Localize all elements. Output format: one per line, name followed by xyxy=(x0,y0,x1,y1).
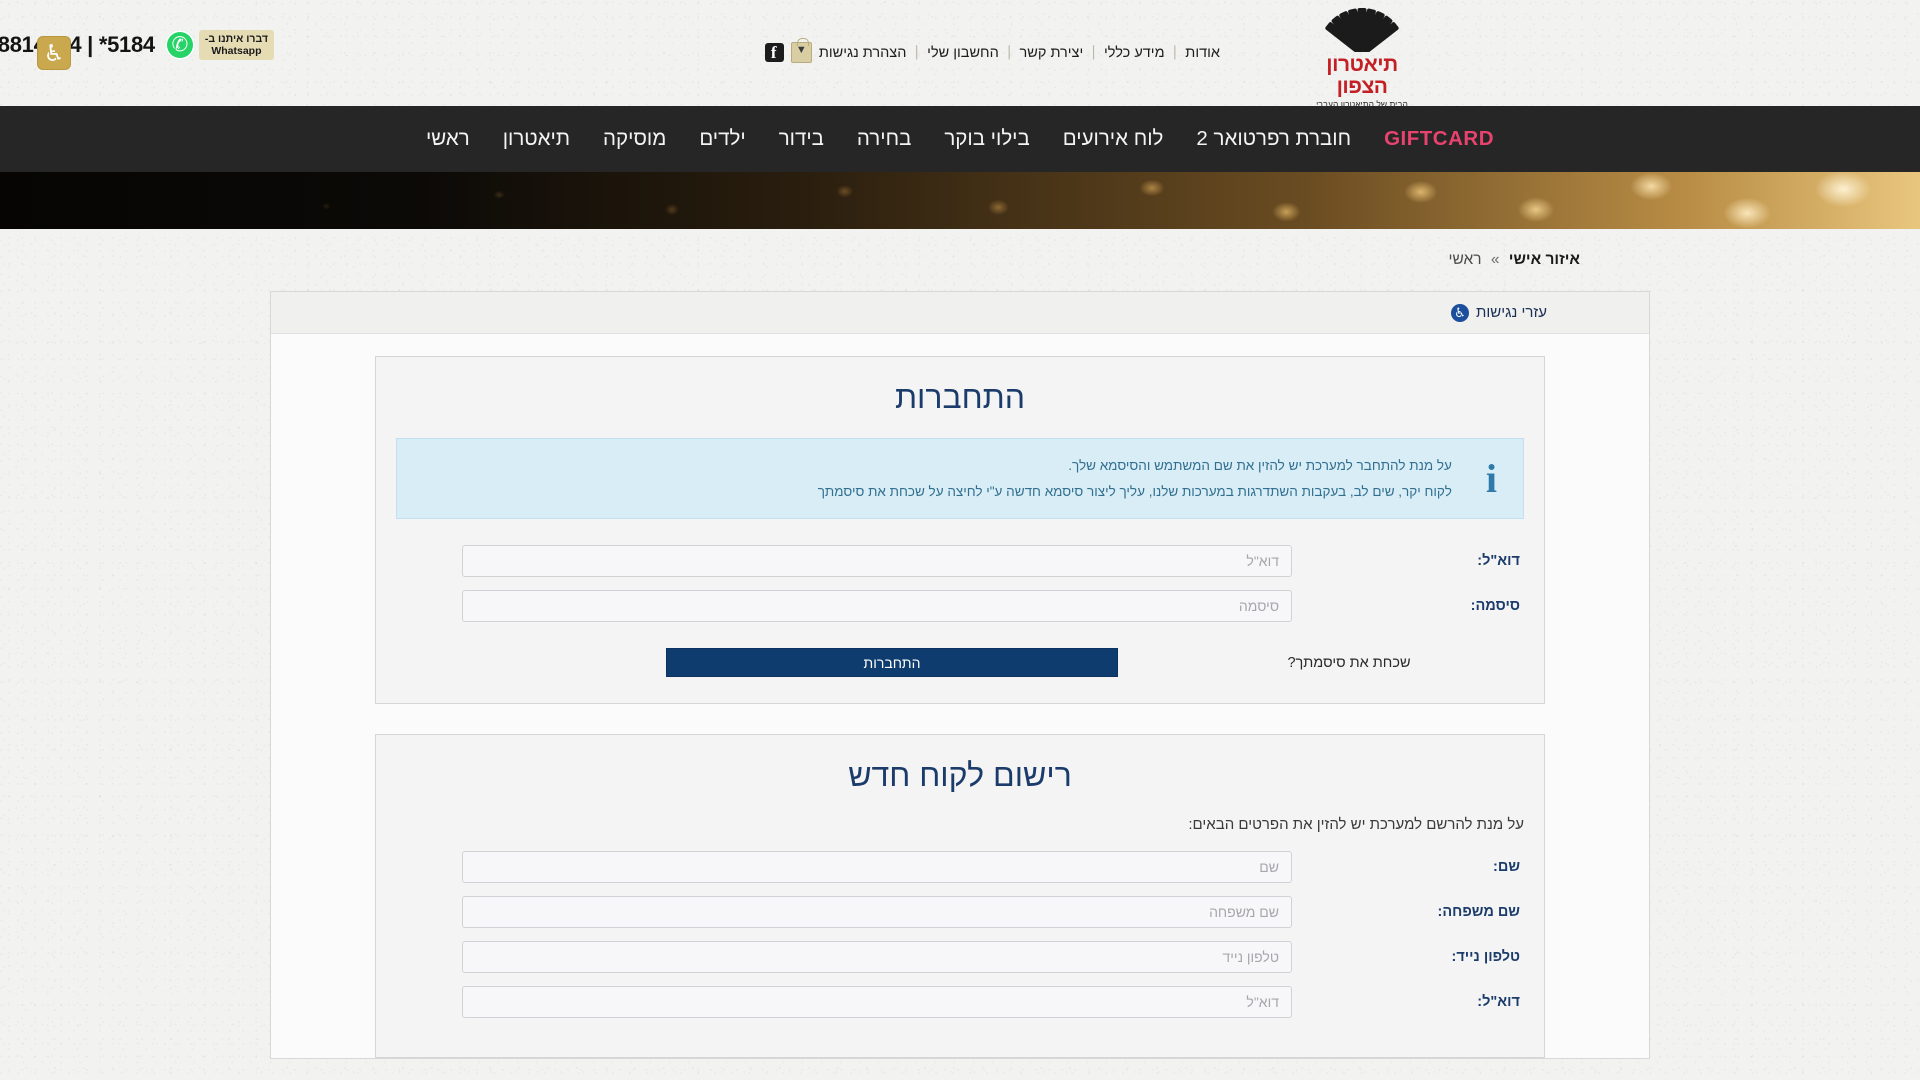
shopping-bag-icon[interactable] xyxy=(790,38,812,63)
facebook-icon[interactable] xyxy=(764,43,784,62)
login-email-label: דוא"ל: xyxy=(1477,553,1520,570)
top-link-general-info[interactable]: מידע כללי xyxy=(1104,45,1165,61)
wheelchair-icon[interactable]: ♿ xyxy=(37,36,71,70)
breadcrumb-current: איזור אישי xyxy=(1508,251,1580,268)
top-link-accessibility-statement[interactable]: הצהרת נגישות xyxy=(819,45,907,61)
nav-item-home[interactable]: ראשי xyxy=(426,127,470,151)
login-submit-button[interactable]: התחברות xyxy=(666,648,1118,678)
nav-item-kids[interactable]: ילדים xyxy=(699,127,745,151)
breadcrumb-arrow: » xyxy=(1490,251,1500,268)
accessibility-helper-label: עזרי נגישות xyxy=(1476,304,1547,321)
login-password-label: סיסמה: xyxy=(1470,598,1520,615)
login-alert-line1: על מנת להתחבר למערכת יש להזין את שם המשת… xyxy=(1068,458,1452,473)
logo-title: תיאטרון הצפון xyxy=(1326,53,1398,99)
login-card: התחברות i על מנת להתחבר למערכת יש להזין … xyxy=(375,356,1545,705)
login-info-alert: i על מנת להתחבר למערכת יש להזין את שם המ… xyxy=(396,438,1524,520)
theater-fan-icon xyxy=(1308,4,1416,52)
register-lastname-label: שם משפחה: xyxy=(1437,904,1520,921)
accessibility-icon[interactable]: ♿ xyxy=(1451,303,1469,322)
register-mobile-input[interactable] xyxy=(462,941,1292,974)
top-link-my-account[interactable]: החשבון שלי xyxy=(927,45,999,61)
accessibility-helper-bar[interactable]: עזרי נגישות ♿ xyxy=(271,292,1649,334)
breadcrumb-home-link[interactable]: ראשי xyxy=(1448,251,1481,268)
top-link-about[interactable]: אודות xyxy=(1185,45,1220,61)
forgot-password-link[interactable]: שכחת את סיסמתך? xyxy=(1174,655,1524,671)
whatsapp-icon[interactable] xyxy=(164,30,195,61)
login-password-input[interactable] xyxy=(462,590,1292,623)
whatsapp-label-line1: דברו איתנו ב- xyxy=(204,33,268,45)
login-password-row: סיסמה: xyxy=(396,590,1524,623)
login-email-input[interactable] xyxy=(462,545,1292,578)
login-email-row: דוא"ל: xyxy=(396,545,1524,578)
register-title: רישום לקוח חדש xyxy=(848,757,1072,794)
register-email-row: דוא"ל: xyxy=(396,986,1524,1019)
register-firstname-input[interactable] xyxy=(462,851,1292,884)
whatsapp-button[interactable]: דברו איתנו ב- Whatsapp xyxy=(164,30,274,61)
site-header: ☎ 04-8814814 | *5184 דברו איתנו ב- Whats… xyxy=(0,0,1920,109)
content-panel: עזרי נגישות ♿ התחברות i על מנת להתחבר למ… xyxy=(270,291,1650,1060)
nav-separator: ׀ xyxy=(913,45,921,60)
nav-item-giftcard[interactable]: GIFTCARD xyxy=(1384,127,1494,151)
register-mobile-row: טלפון נייד: xyxy=(396,941,1524,974)
register-email-input[interactable] xyxy=(462,986,1292,1019)
utility-nav: אודות ׀ מידע כללי ׀ יצירת קשר ׀ החשבון ש… xyxy=(764,38,1220,63)
nav-item-theater[interactable]: תיאטרון xyxy=(503,127,570,151)
nav-item-repertoire-booklet[interactable]: חוברת רפרטואר 2 xyxy=(1196,127,1351,151)
register-mobile-label: טלפון נייד: xyxy=(1451,949,1520,966)
site-logo[interactable]: תיאטרון הצפון הבית של התיאטרון העברי xyxy=(1301,4,1423,109)
whatsapp-label: דברו איתנו ב- Whatsapp xyxy=(198,30,274,61)
login-title: התחברות xyxy=(894,379,1026,415)
nav-separator: ׀ xyxy=(1090,45,1097,60)
nav-separator: ׀ xyxy=(1005,45,1013,60)
register-lastname-input[interactable] xyxy=(462,896,1292,929)
nav-item-entertainment[interactable]: בידור xyxy=(779,127,824,151)
login-alert-line2: לקוח יקר, שים לב, בעקבות השתדרגות במערכו… xyxy=(817,483,1452,499)
register-intro: על מנת להרשם למערכת יש להזין את הפרטים ה… xyxy=(1188,816,1524,834)
nav-item-events-calendar[interactable]: לוח אירועים xyxy=(1063,127,1164,151)
phone-numbers[interactable]: 04-8814814 | *5184 xyxy=(0,32,155,58)
nav-item-choice[interactable]: בחירה xyxy=(857,127,911,151)
top-link-contact[interactable]: יצירת קשר xyxy=(1020,45,1084,61)
logo-subtitle: הבית של התיאטרון העברי xyxy=(1316,99,1408,110)
register-card: רישום לקוח חדש על מנת להרשם למערכת יש לה… xyxy=(375,734,1545,1059)
register-firstname-label: שם: xyxy=(1493,859,1520,876)
login-actions: שכחת את סיסמתך? התחברות xyxy=(396,648,1524,678)
nav-item-music[interactable]: מוסיקה xyxy=(603,127,666,151)
nav-separator: ׀ xyxy=(1171,45,1179,60)
register-lastname-row: שם משפחה: xyxy=(396,896,1524,929)
info-icon: i xyxy=(1485,455,1497,501)
hero-banner xyxy=(0,172,1920,229)
page-root: ☎ 04-8814814 | *5184 דברו איתנו ב- Whats… xyxy=(0,0,1920,1080)
whatsapp-label-line2: Whatsapp xyxy=(211,45,262,58)
register-email-label: דוא"ל: xyxy=(1477,994,1520,1011)
register-firstname-row: שם: xyxy=(396,851,1524,884)
breadcrumb: איזור אישי » ראשי xyxy=(0,229,1920,291)
main-navigation: GIFTCARD חוברת רפרטואר 2 לוח אירועים ביל… xyxy=(0,106,1920,172)
nav-item-morning-leisure[interactable]: בילוי בוקר xyxy=(944,127,1029,151)
